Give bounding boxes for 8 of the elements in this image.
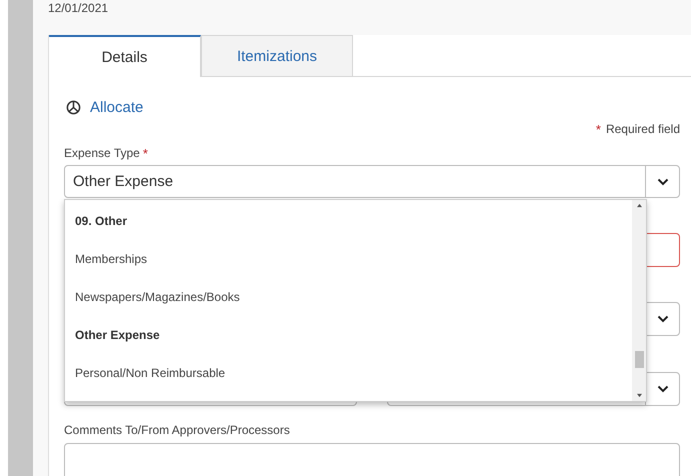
required-mark: * — [142, 146, 148, 161]
date-text: 12/01/2021 — [48, 1, 110, 16]
group-header: Other Expense — [74, 327, 161, 344]
field-label: Expense Type — [64, 146, 140, 161]
required-field-note: Required field — [606, 122, 680, 137]
field-label: Comments To/From Approvers/Processors — [64, 423, 291, 437]
group-header: 09. Other — [74, 213, 128, 230]
required-mark: * — [596, 122, 601, 137]
